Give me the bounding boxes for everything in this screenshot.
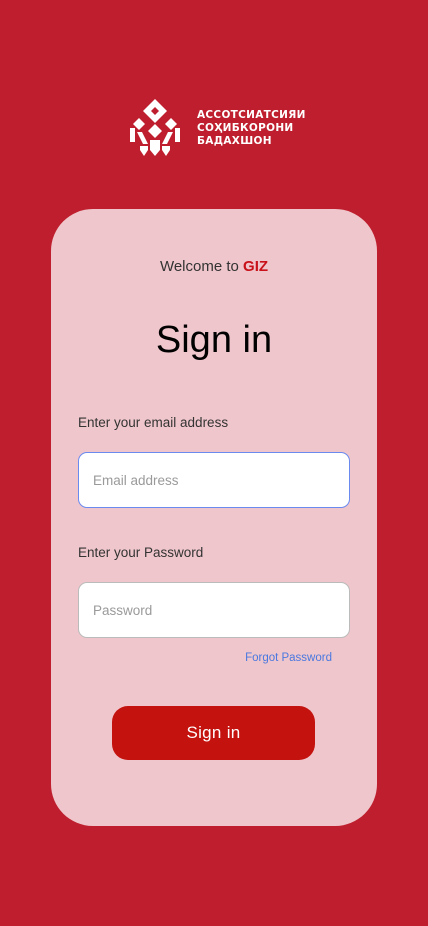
forgot-password-link[interactable]: Forgot Password: [245, 652, 332, 664]
password-label: Enter your Password: [78, 545, 204, 560]
association-logo: АССОТСИАТСИЯИ СОҲИБКОРОНИ БАДАХШОН: [128, 98, 308, 160]
welcome-text: Welcome to GIZ: [51, 258, 377, 275]
email-input[interactable]: [78, 452, 350, 508]
welcome-prefix: Welcome to: [159, 258, 239, 275]
ornament-logo-icon: [130, 99, 180, 156]
logo-line-2: СОҲИБКОРОНИ: [197, 122, 294, 134]
signin-card: Welcome to GIZ Sign in Enter your email …: [51, 209, 377, 826]
email-label: Enter your email address: [78, 415, 229, 430]
welcome-brand: GIZ: [243, 258, 269, 275]
password-input[interactable]: [78, 582, 350, 638]
logo-line-3: БАДАХШОН: [197, 135, 272, 147]
logo-line-1: АССОТСИАТСИЯИ: [197, 109, 306, 121]
signin-button[interactable]: Sign in: [112, 706, 315, 760]
page-title: Sign in: [155, 319, 273, 361]
logo-wordmark: АССОТСИАТСИЯИ СОҲИБКОРОНИ БАДАХШОН: [197, 109, 306, 148]
